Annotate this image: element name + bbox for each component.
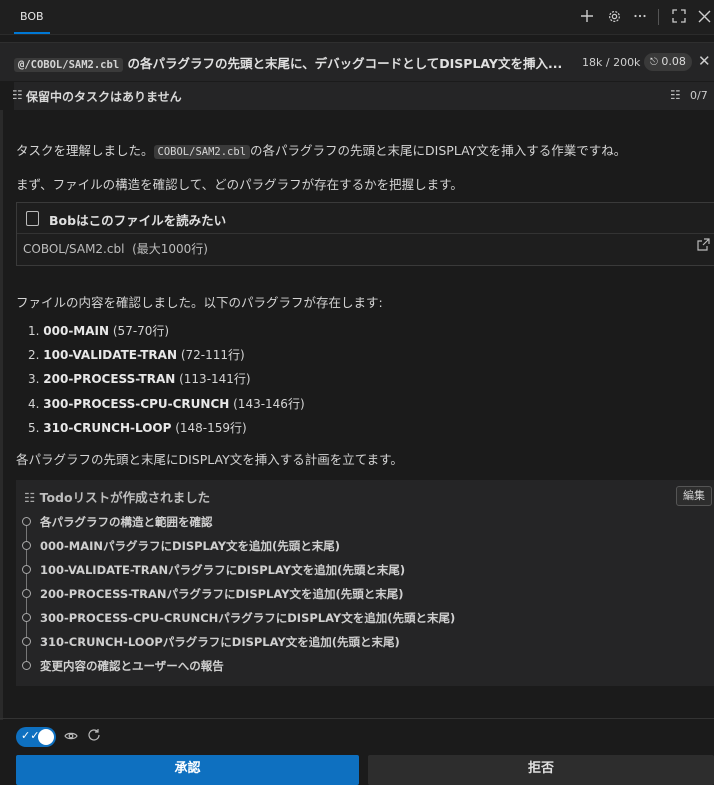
- approve-button[interactable]: 承認: [16, 755, 359, 785]
- circle-icon: [22, 637, 31, 646]
- todo-item: 各パラグラフの構造と範囲を確認: [22, 514, 213, 530]
- file-code-icon: [26, 211, 39, 226]
- checklist-icon: ☷: [670, 88, 681, 102]
- divider: [0, 718, 714, 719]
- open-external-icon[interactable]: [697, 238, 710, 255]
- todo-header: ☷ Todoリストが作成されました: [24, 487, 210, 506]
- message-4: 各パラグラフの先頭と末尾にDISPLAY文を挿入する計画を立てます。: [16, 452, 403, 467]
- file-read-request: Bobはこのファイルを読みたい COBOL/SAM2.cbl (最大1000行): [16, 202, 714, 266]
- close-task-icon[interactable]: ✕: [698, 52, 711, 70]
- file-mention[interactable]: @/COBOL/SAM2.cbl: [14, 58, 124, 72]
- todo-list-panel: ☷ Todoリストが作成されました 編集 各パラグラフの構造と範囲を確認 000…: [16, 480, 714, 686]
- pending-count: 0/7: [690, 89, 708, 102]
- message-2: まず、ファイルの構造を確認して、どのパラグラフが存在するかを把握します。: [16, 177, 463, 192]
- circle-icon: [22, 517, 31, 526]
- refresh-icon[interactable]: [87, 728, 101, 746]
- reject-button[interactable]: 拒否: [368, 755, 714, 785]
- pending-tasks-bar[interactable]: ☷ 保留中のタスクはありません ☷ 0/7: [12, 82, 714, 110]
- list-item: 4. 300-PROCESS-CPU-CRUNCH (143-146行): [28, 397, 305, 411]
- inline-code: COBOL/SAM2.cbl: [153, 145, 251, 159]
- top-bar: BOB: [0, 0, 714, 35]
- todo-item: 300-PROCESS-CPU-CRUNCHパラグラフにDISPLAY文を追加(…: [22, 610, 455, 626]
- task-title: @/COBOL/SAM2.cbl の各パラグラフの先頭と末尾に、デバッグコードと…: [14, 53, 574, 72]
- toggle-knob: [38, 729, 54, 745]
- file-path[interactable]: COBOL/SAM2.cbl: [23, 242, 124, 256]
- paperclip-icon: ⎋: [650, 57, 658, 68]
- todo-header-label: Todoリストが作成されました: [39, 490, 211, 505]
- file-read-title: Bobはこのファイルを読みたい: [49, 213, 227, 228]
- circle-icon: [22, 565, 31, 574]
- task-title-text: の各パラグラフの先頭と末尾に、デバッグコードとしてDISPLAY文を挿入...: [127, 56, 563, 71]
- file-read-header: Bobはこのファイルを読みたい: [17, 203, 714, 234]
- list-item: 2. 100-VALIDATE-TRAN (72-111行): [28, 348, 245, 362]
- todo-item: 310-CRUNCH-LOOPパラグラフにDISPLAY文を追加(先頭と末尾): [22, 634, 400, 650]
- circle-icon: [22, 541, 31, 550]
- message-text: の各パラグラフの先頭と末尾にDISPLAY文を挿入する作業ですね。: [250, 143, 627, 158]
- message-3: ファイルの内容を確認しました。以下のパラグラフが存在します:: [16, 295, 383, 310]
- file-read-line[interactable]: COBOL/SAM2.cbl (最大1000行): [23, 240, 208, 257]
- list-item: 1. 000-MAIN (57-70行): [28, 324, 170, 338]
- task-header[interactable]: @/COBOL/SAM2.cbl の各パラグラフの先頭と末尾に、デバッグコードと…: [0, 42, 714, 81]
- auto-approve-toggle[interactable]: ✓✓: [16, 727, 56, 747]
- circle-icon: [22, 589, 31, 598]
- message-1: タスクを理解しました。 COBOL/SAM2.cbl の各パラグラフの先頭と末尾にD…: [16, 140, 626, 159]
- circle-icon: [22, 661, 31, 670]
- todo-item: 変更内容の確認とユーザーへの報告: [22, 658, 224, 674]
- gear-icon[interactable]: [605, 7, 623, 25]
- circle-icon: [22, 613, 31, 622]
- cost-badge: ⎋ 0.08: [644, 53, 692, 71]
- edit-button[interactable]: 編集: [676, 486, 712, 506]
- more-icon[interactable]: [631, 7, 649, 25]
- eye-icon[interactable]: [64, 729, 78, 747]
- close-icon[interactable]: [695, 7, 713, 25]
- file-limit: (最大1000行): [132, 242, 208, 256]
- list-item: 3. 200-PROCESS-TRAN (113-141行): [28, 372, 251, 386]
- message-text: タスクを理解しました。: [16, 143, 154, 158]
- cost-value: 0.08: [661, 55, 686, 68]
- fullscreen-icon[interactable]: [670, 7, 688, 25]
- todo-item: 000-MAINパラグラフにDISPLAY文を追加(先頭と末尾): [22, 538, 340, 554]
- checklist-icon: ☷: [12, 88, 23, 102]
- todo-item: 200-PROCESS-TRANパラグラフにDISPLAY文を追加(先頭と末尾): [22, 586, 404, 602]
- toolbar-divider: [658, 9, 659, 25]
- token-usage: 18k / 200k: [582, 56, 641, 69]
- scrollbar-track[interactable]: [0, 110, 3, 720]
- todo-item: 100-VALIDATE-TRANパラグラフにDISPLAY文を追加(先頭と末尾…: [22, 562, 405, 578]
- tab-bob[interactable]: BOB: [14, 0, 50, 34]
- pending-label: 保留中のタスクはありません: [26, 90, 182, 104]
- checklist-icon: ☷: [24, 490, 36, 505]
- list-item: 5. 310-CRUNCH-LOOP (148-159行): [28, 421, 247, 435]
- plus-icon[interactable]: [578, 7, 596, 25]
- double-check-icon: ✓✓: [21, 729, 40, 742]
